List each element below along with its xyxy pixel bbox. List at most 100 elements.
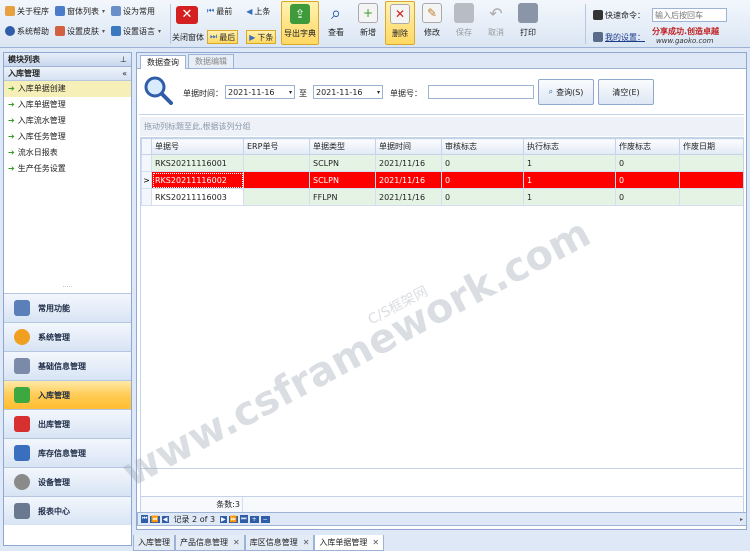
query-button[interactable]: ⌕ 查询(S) — [538, 79, 594, 105]
nav-first-icon[interactable]: ⏮ — [141, 515, 149, 523]
doc-tab-inbound-docs[interactable]: 入库单据管理 ✕ — [314, 535, 385, 551]
date-to-picker[interactable]: 2021-11-16 ▾ — [313, 85, 383, 99]
cell[interactable]: 2021/11/16 — [375, 171, 442, 189]
close-window-icon[interactable]: ✕ — [176, 6, 198, 24]
clear-button[interactable]: 清空(E) — [598, 79, 654, 105]
first-button[interactable]: ⏮ 最前 — [207, 4, 238, 18]
nav-prev-page-icon[interactable]: ⏪ — [150, 515, 160, 523]
module-common[interactable]: 常用功能 — [4, 293, 131, 322]
nav-item-inbound-create[interactable]: ➔ 入库单据创建 — [4, 81, 131, 97]
splitter-handle[interactable]: ····· — [4, 285, 131, 291]
column-header[interactable]: 作废日期 — [679, 138, 743, 155]
my-settings-link[interactable]: 我的设置： — [593, 30, 645, 44]
delete-button[interactable]: ✕ 删除 — [385, 1, 415, 45]
export-dict-button[interactable]: ⇪ 导出字典 — [281, 1, 319, 45]
close-window-button[interactable]: 关闭窗体 — [172, 30, 204, 44]
cell[interactable]: 0 — [441, 154, 524, 172]
module-inbound[interactable]: 入库管理 — [4, 380, 131, 409]
about-button[interactable]: 关于程序 — [5, 4, 49, 18]
nav-delete-icon[interactable]: − — [260, 515, 270, 523]
tab-edit[interactable]: 数据编辑 — [188, 54, 234, 68]
nav-last-icon[interactable]: ⏭ — [240, 515, 248, 523]
cell[interactable] — [679, 171, 743, 189]
doc-tab-area-info[interactable]: 库区信息管理 ✕ — [244, 535, 315, 551]
nav-group-header[interactable]: 入库管理 « — [4, 67, 131, 81]
cell[interactable]: RKS20211116001 — [151, 154, 244, 172]
module-basic-info[interactable]: 基础信息管理 — [4, 351, 131, 380]
date-from-picker[interactable]: 2021-11-16 ▾ — [225, 85, 295, 99]
cell[interactable] — [243, 188, 310, 206]
quick-command-input[interactable] — [652, 8, 727, 22]
nav-item-inbound-flow[interactable]: ➔ 入库流水管理 — [4, 113, 131, 129]
add-button[interactable]: + 新增 — [353, 1, 383, 45]
nav-scroll-icon[interactable]: ▸ — [740, 516, 743, 523]
cell[interactable]: 1 — [523, 154, 616, 172]
cell[interactable] — [243, 154, 310, 172]
doc-tab-inbound[interactable]: 入库管理 — [133, 535, 175, 551]
cell[interactable]: 2021/11/16 — [375, 154, 442, 172]
nav-item-inbound-manage[interactable]: ➔ 入库单据管理 — [4, 97, 131, 113]
nav-prev-icon[interactable]: ◀ — [161, 515, 169, 523]
view-button[interactable]: ⌕ 查看 — [321, 1, 351, 45]
cancel-button[interactable]: ↶ 取消 — [481, 1, 511, 45]
set-common-button[interactable]: 设为常用 — [111, 4, 161, 18]
cell[interactable]: 0 — [441, 171, 524, 189]
cell[interactable]: 0 — [615, 171, 680, 189]
cell[interactable] — [679, 188, 743, 206]
cell[interactable]: 0 — [615, 188, 680, 206]
pin-icon[interactable]: ⊥ — [120, 53, 131, 66]
edit-button[interactable]: ✎ 修改 — [417, 1, 447, 45]
module-reports[interactable]: 报表中心 — [4, 496, 131, 525]
cell[interactable]: 2021/11/16 — [375, 188, 442, 206]
column-header[interactable]: 单据类型 — [309, 138, 376, 155]
table-row[interactable]: RKS20211116003 FFLPN 2021/11/16 0 1 0 — [141, 188, 743, 206]
last-button[interactable]: ⏭ 最后 — [207, 30, 239, 44]
cell[interactable]: RKS20211116003 — [151, 188, 244, 206]
column-header[interactable]: 作废标志 — [615, 138, 680, 155]
cell[interactable]: 0 — [441, 188, 524, 206]
module-equipment[interactable]: 设备管理 — [4, 467, 131, 496]
cell[interactable]: 1 — [523, 188, 616, 206]
cell[interactable]: 1 — [523, 171, 616, 189]
module-outbound[interactable]: 出库管理 — [4, 409, 131, 438]
nav-add-icon[interactable]: + — [249, 515, 259, 523]
nav-item-daily-report[interactable]: ➔ 流水日报表 — [4, 145, 131, 161]
next-button[interactable]: ▶ 下条 — [246, 30, 277, 44]
doc-tab-product-info[interactable]: 产品信息管理 ✕ — [175, 535, 245, 551]
column-header[interactable]: 审核标志 — [441, 138, 524, 155]
print-button[interactable]: 打印 — [513, 1, 543, 45]
column-header[interactable]: ERP单号 — [243, 138, 310, 155]
group-panel[interactable]: 拖动列标题至此,根据该列分组 — [140, 117, 744, 136]
column-header[interactable]: 单据号 — [151, 138, 244, 155]
window-list-button[interactable]: 窗体列表 ▾ — [55, 4, 105, 18]
column-header[interactable]: 执行标志 — [523, 138, 616, 155]
module-system[interactable]: 系统管理 — [4, 322, 131, 351]
cell[interactable] — [679, 154, 743, 172]
module-inventory[interactable]: 库存信息管理 — [4, 438, 131, 467]
cell[interactable]: SCLPN — [309, 154, 376, 172]
view-tabs: 数据查询 数据编辑 — [137, 53, 746, 69]
cell[interactable]: FFLPN — [309, 188, 376, 206]
prev-button[interactable]: ◀ 上条 — [246, 4, 276, 18]
table-row-selected[interactable]: > RKS20211116002 SCLPN 2021/11/16 0 1 0 — [141, 171, 743, 189]
doc-no-input[interactable] — [428, 85, 534, 99]
cell[interactable] — [243, 171, 310, 189]
close-icon[interactable]: ✕ — [303, 538, 310, 547]
help-button[interactable]: 系统帮助 — [5, 24, 49, 38]
collapse-icon[interactable]: « — [122, 67, 127, 80]
column-header[interactable]: 单据时间 — [375, 138, 442, 155]
cell[interactable]: RKS20211116002 — [151, 171, 244, 189]
close-icon[interactable]: ✕ — [233, 538, 240, 547]
cell[interactable]: 0 — [615, 154, 680, 172]
nav-next-icon[interactable]: ▶ — [220, 515, 227, 523]
cell[interactable]: SCLPN — [309, 171, 376, 189]
nav-item-production-task[interactable]: ➔ 生产任务设置 — [4, 161, 131, 177]
nav-next-page-icon[interactable]: ⏩ — [228, 515, 239, 523]
language-button[interactable]: 设置语言 ▾ — [111, 24, 161, 38]
tab-query[interactable]: 数据查询 — [140, 55, 186, 69]
nav-item-inbound-task[interactable]: ➔ 入库任务管理 — [4, 129, 131, 145]
save-button[interactable]: 保存 — [449, 1, 479, 45]
table-row[interactable]: RKS20211116001 SCLPN 2021/11/16 0 1 0 — [141, 154, 743, 172]
close-icon[interactable]: ✕ — [372, 538, 379, 547]
skin-button[interactable]: 设置皮肤 ▾ — [55, 24, 105, 38]
